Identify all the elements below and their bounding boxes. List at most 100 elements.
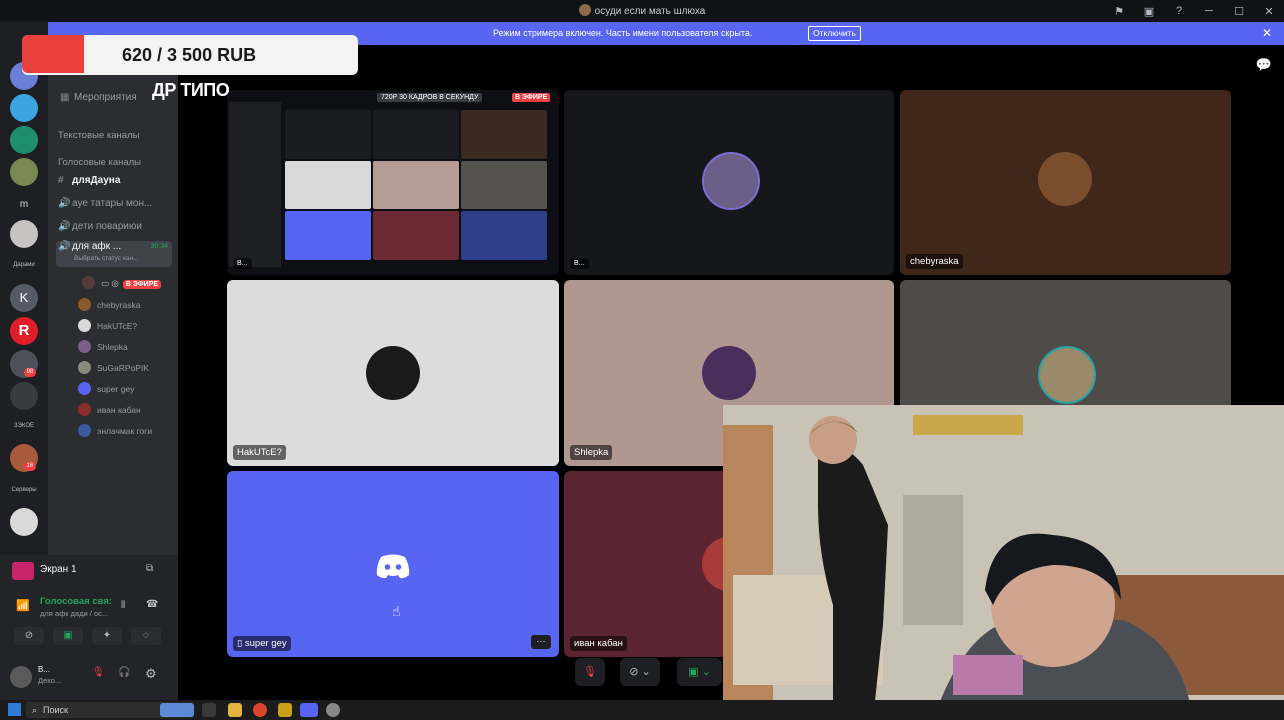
close-window-button[interactable]: ✕ — [1254, 5, 1284, 18]
voice-user[interactable]: иван кабан — [78, 403, 141, 416]
server-icon[interactable] — [10, 94, 38, 122]
gear-icon[interactable]: ⚙ — [145, 666, 157, 682]
stream-quality-label: 720P 30 КАДРОВ В СЕКУНДУ — [377, 93, 483, 102]
chat-toggle[interactable]: 💬 — [1236, 45, 1284, 85]
server-icon[interactable]: R — [10, 317, 38, 345]
avatar — [82, 276, 95, 289]
voice-user[interactable]: chebyraska — [78, 298, 140, 311]
minimize-button[interactable]: ─ — [1194, 5, 1224, 17]
server-icon[interactable] — [10, 382, 38, 410]
voice-user[interactable]: Shlepka — [78, 340, 128, 353]
server-folder-label: ЗЭКОЕ — [13, 423, 35, 429]
video-off-button[interactable]: ⊘ — [14, 627, 44, 645]
voice-channel-sub[interactable]: для афк дади / ос... — [40, 609, 108, 618]
channel-item[interactable]: # дляДауна — [58, 175, 120, 186]
overlay-caption: ДР ТИПО — [152, 80, 230, 100]
taskbar-app[interactable] — [278, 703, 292, 717]
participant-tile[interactable]: chebyraska — [900, 90, 1231, 275]
screen-share-tile[interactable]: 720P 30 КАДРОВ В СЕКУНДУ В ЭФИРЕ В... — [227, 90, 559, 275]
voice-user[interactable]: HakUTcE? — [78, 319, 137, 332]
voice-channel-active[interactable]: 🔊 для афк ... 30:34 Выбрать статус кан... — [56, 241, 172, 267]
chat-icon[interactable]: 💬 — [1256, 57, 1272, 73]
channel-status[interactable]: Выбрать статус кан... — [74, 255, 139, 262]
voice-user-name: super gey — [97, 384, 135, 394]
voice-user-streamer[interactable]: ▭ ◎ В ЭФИРЕ — [82, 276, 162, 289]
user-panel: Экран 1 ⧉ 📶 Голосовая свя: для афк дади … — [0, 555, 178, 700]
server-icon[interactable] — [10, 158, 38, 186]
voice-user[interactable]: SuGaRPoPIK — [78, 361, 149, 374]
speaker-icon: 🔊 — [58, 221, 71, 232]
noise-suppression-icon[interactable]: ⫴ — [121, 600, 125, 611]
calendar-icon: ▦ — [60, 92, 70, 103]
events-item[interactable]: ▦ Мероприятия — [60, 92, 137, 103]
voice-channel-item[interactable]: 🔊 дети повариюи — [58, 221, 142, 232]
avatar[interactable] — [10, 666, 32, 688]
more-options-button[interactable]: ··· — [531, 635, 551, 649]
voice-user-name: иван кабан — [97, 405, 141, 415]
donation-goal-widget: 620 / 3 500 RUB — [22, 35, 358, 75]
server-icon[interactable]: K — [10, 284, 38, 312]
start-button[interactable] — [8, 703, 21, 716]
avatar — [78, 298, 91, 311]
video-icon: ▭ ◎ — [101, 278, 119, 288]
voice-category-header[interactable]: Голосовые каналы — [58, 157, 141, 168]
mini-call-grid — [285, 110, 547, 260]
voice-user[interactable]: энлачмак гоги — [78, 424, 152, 437]
obs-icon[interactable] — [326, 703, 340, 717]
server-icon[interactable] — [10, 126, 38, 154]
avatar — [78, 340, 91, 353]
discord-taskbar-icon[interactable] — [300, 703, 318, 717]
soundboard-button[interactable]: ◌ — [131, 627, 161, 645]
text-category-header[interactable]: Текстовые каналы — [58, 130, 139, 141]
window-title: осуди если мать шлюха — [0, 4, 1284, 17]
server-folder-label: Серверы — [11, 487, 37, 493]
search-placeholder: Поиск — [43, 705, 68, 715]
taskbar-app[interactable] — [160, 703, 194, 717]
participant-tile[interactable]: ▯ super gey ··· ☝ — [227, 471, 559, 657]
phone-icon: ▯ — [237, 638, 245, 649]
browser-icon[interactable] — [253, 703, 267, 717]
voice-connected-status[interactable]: Голосовая свя: — [40, 596, 112, 607]
camera-off-button[interactable]: ⊘ ⌄ — [620, 658, 660, 686]
participant-tile[interactable]: В... — [564, 90, 894, 275]
voice-user[interactable]: super gey — [78, 382, 134, 395]
avatar — [78, 403, 91, 416]
maximize-button[interactable]: ☐ — [1224, 5, 1254, 18]
participant-tile[interactable]: HakUTcE? — [227, 280, 559, 466]
popout-icon[interactable]: ⧉ — [146, 563, 153, 574]
channel-label: для афк ... — [72, 241, 122, 252]
channel-sidebar: ▦ Мероприятия Текстовые каналы Голосовые … — [48, 45, 178, 555]
server-icon[interactable] — [10, 508, 38, 536]
discord-logo-icon — [376, 554, 410, 579]
voice-user-name: энлачмак гоги — [97, 426, 153, 436]
screen-share-button[interactable]: ▣ ⌄ — [677, 658, 722, 686]
user-name: В... — [38, 665, 51, 674]
cursor-icon: ☝ — [392, 603, 401, 619]
disconnect-icon[interactable]: ☎ — [146, 599, 158, 610]
channel-label: ауе татары мон... — [72, 198, 153, 209]
os-taskbar: ⌕ Поиск — [0, 700, 1284, 720]
flag-icon[interactable]: ⚑ — [1104, 5, 1134, 18]
voice-channel-item[interactable]: 🔊 ауе татары мон... — [58, 198, 152, 209]
speaker-icon: 🔊 — [58, 198, 71, 209]
task-view-icon[interactable] — [202, 703, 216, 717]
live-badge: В ЭФИРЕ — [512, 93, 551, 102]
file-explorer-icon[interactable] — [228, 703, 242, 717]
server-letter: m — [19, 199, 29, 210]
mic-muted-button[interactable]: 🎙 — [575, 658, 605, 686]
channel-timer: 30:34 — [150, 243, 168, 250]
help-icon[interactable]: ? — [1164, 5, 1194, 17]
screen-share-icon — [12, 562, 34, 580]
mute-icon[interactable]: 🎙 — [92, 667, 105, 678]
deafen-icon[interactable]: 🎧 — [118, 667, 130, 678]
activities-button[interactable]: ✦ — [92, 627, 122, 645]
server-icon[interactable] — [10, 220, 38, 248]
webcam-overlay — [723, 405, 1284, 720]
share-screen-button[interactable]: ▣ — [53, 627, 83, 645]
close-banner-icon[interactable]: ✕ — [1262, 26, 1272, 40]
disable-streamer-mode-button[interactable]: Отключить — [808, 26, 861, 41]
avatar — [702, 152, 760, 210]
signal-icon[interactable]: 📶 — [16, 599, 30, 612]
monitor-icon[interactable]: ▣ — [1134, 5, 1164, 18]
webcam-image — [723, 405, 1284, 720]
